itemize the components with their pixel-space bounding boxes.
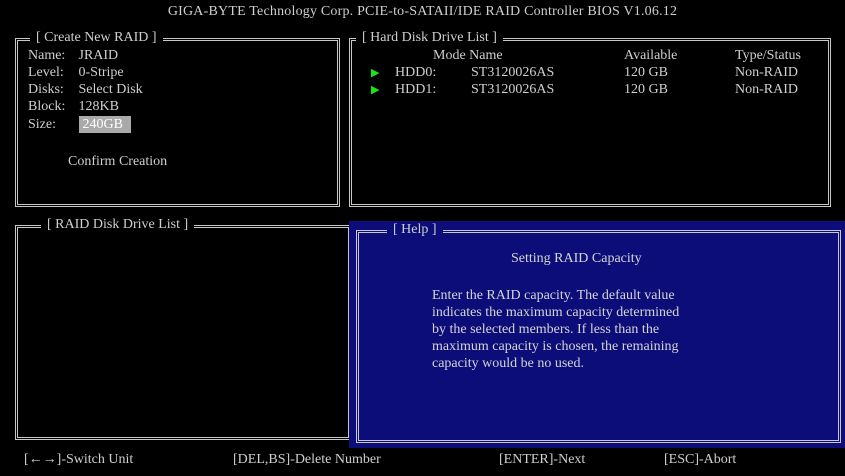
selector-arrow-icon: ▶ (371, 84, 380, 96)
field-block[interactable]: Block: 128KB (28, 99, 119, 115)
help-line: Enter the RAID capacity. The default val… (432, 288, 675, 303)
field-level[interactable]: Level: 0-Stripe (28, 65, 124, 81)
field-disks-value: Select Disk (78, 82, 143, 97)
raid-list-title: [ RAID Disk Drive List ] (41, 217, 195, 233)
hdd-row-0-name: ST3120026AS (471, 65, 555, 80)
field-name[interactable]: Name: JRAID (28, 48, 118, 64)
confirm-creation[interactable]: Confirm Creation (68, 154, 167, 170)
hint-enter-next: [ENTER]-Next (499, 452, 586, 467)
help-line: maximum capacity is chosen, the remainin… (432, 339, 679, 354)
help-line: by the selected members. If less than th… (432, 322, 660, 337)
field-block-label: Block: (28, 99, 66, 114)
field-level-label: Level: (28, 65, 64, 80)
field-name-value: JRAID (78, 48, 119, 63)
help-text: Enter the RAID capacity. The default val… (432, 287, 679, 372)
field-disks[interactable]: Disks: Select Disk (28, 82, 143, 98)
field-size[interactable]: Size: 240GB (28, 116, 131, 133)
help-line: capacity would be no used. (432, 356, 585, 371)
hdd-row-1-status: Non-RAID (735, 82, 798, 97)
hdd-list-panel: [ Hard Disk Drive List ] Mode Name Avail… (349, 30, 831, 207)
hdd-row-0-available: 120 GB (624, 65, 668, 80)
hint-delete-number: [DEL,BS]-Delete Number (233, 452, 381, 467)
field-block-value: 128KB (78, 99, 119, 114)
raid-list-panel: [ RAID Disk Drive List ] (15, 217, 351, 440)
field-name-label: Name: (28, 48, 66, 63)
selector-arrow-icon: ▶ (371, 67, 380, 79)
hdd-header-type-status: Type/Status (735, 48, 801, 63)
hdd-header-available: Available (624, 48, 678, 63)
hint-switch-unit: [←→]-Switch Unit (24, 452, 134, 467)
hdd-row-1-name: ST3120026AS (471, 82, 555, 97)
help-heading: Setting RAID Capacity (511, 251, 642, 266)
field-level-value: 0-Stripe (78, 65, 124, 80)
hdd-row-0-mode: HDD0: (395, 65, 437, 80)
help-panel: [ Help ] Setting RAID Capacity Enter the… (356, 222, 841, 443)
hdd-list-title: [ Hard Disk Drive List ] (356, 30, 503, 46)
field-size-value[interactable]: 240GB (78, 116, 131, 133)
create-raid-panel: [ Create New RAID ] Name: JRAID Level: 0… (15, 30, 340, 207)
field-disks-label: Disks: (28, 82, 64, 97)
create-raid-title: [ Create New RAID ] (30, 30, 163, 46)
hdd-row-1-available: 120 GB (624, 82, 668, 97)
hdd-header-mode-name: Mode Name (433, 48, 503, 63)
help-line: indicates the maximum capacity determine… (432, 305, 680, 320)
hdd-row-1-mode: HDD1: (395, 82, 437, 97)
bios-title: GIGA-BYTE Technology Corp. PCIE-to-SATAI… (167, 4, 678, 19)
help-title: [ Help ] (387, 222, 443, 238)
field-size-label: Size: (28, 117, 56, 132)
hint-esc-abort: [ESC]-Abort (664, 452, 737, 467)
hdd-row-0-status: Non-RAID (735, 65, 798, 80)
